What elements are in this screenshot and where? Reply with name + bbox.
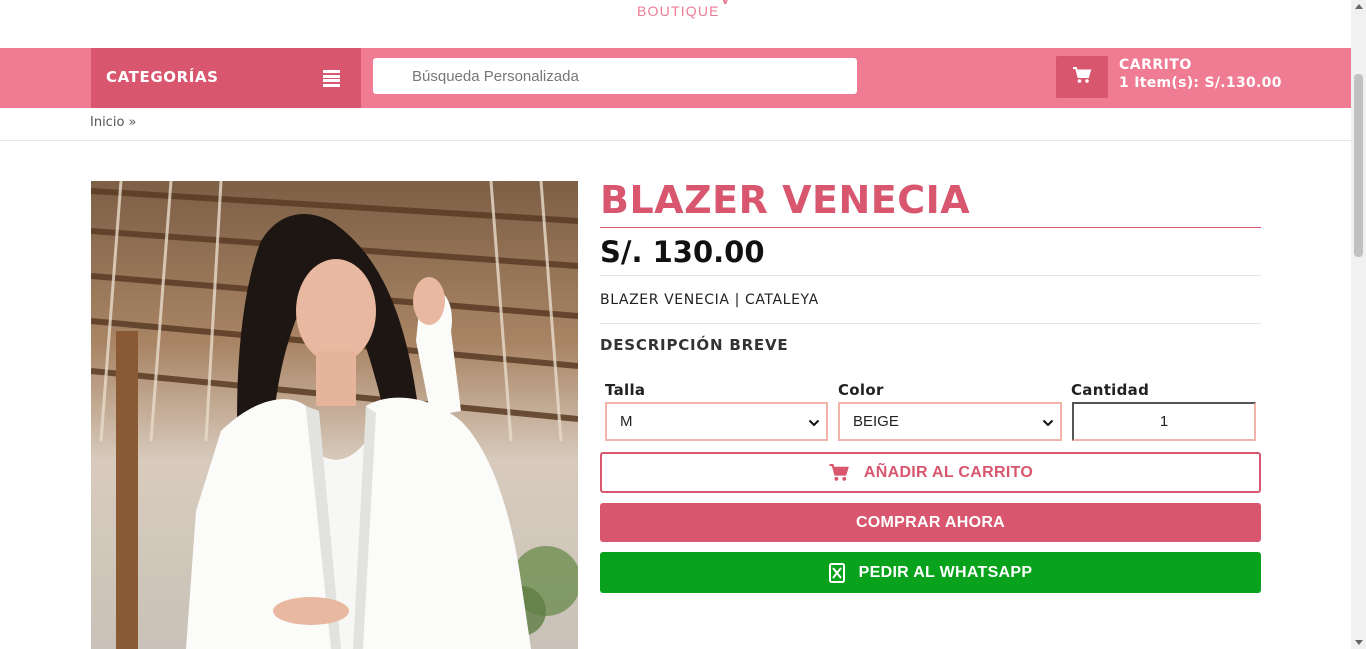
- product-title: BLAZER VENECIA: [600, 178, 971, 222]
- price-divider: [600, 275, 1261, 276]
- breadcrumb-home-link[interactable]: Inicio: [90, 115, 124, 130]
- brand-logo[interactable]: y: [718, 0, 744, 4]
- buy-now-label: COMPRAR AHORA: [855, 513, 1006, 531]
- cart-button[interactable]: [1056, 56, 1108, 98]
- buy-now-button[interactable]: COMPRAR AHORA: [600, 503, 1261, 542]
- brand-subtitle: BOUTIQUE: [637, 3, 720, 19]
- whatsapp-icon: [828, 562, 845, 583]
- product-page: y BOUTIQUE CATEGORÍAS CARRITO 1 Item(s):…: [0, 0, 1351, 649]
- product-subtitle: BLAZER VENECIA | CATALEYA: [600, 292, 819, 308]
- size-select[interactable]: M: [605, 402, 828, 441]
- scroll-thumb[interactable]: [1354, 74, 1363, 257]
- categories-button[interactable]: CATEGORÍAS: [91, 48, 361, 108]
- description-heading: DESCRIPCIÓN BREVE: [600, 336, 789, 354]
- add-to-cart-button[interactable]: AÑADIR AL CARRITO: [600, 452, 1261, 493]
- breadcrumb: Inicio »: [90, 115, 137, 130]
- shopping-cart-icon: [1072, 66, 1092, 88]
- cart-title: CARRITO: [1119, 57, 1192, 73]
- color-select[interactable]: BEIGE: [838, 402, 1062, 441]
- categories-label: CATEGORÍAS: [106, 68, 219, 86]
- whatsapp-label: PEDIR AL WHATSAPP: [858, 563, 1033, 581]
- page-scrollbar[interactable]: [1351, 0, 1366, 649]
- subtitle-divider: [600, 323, 1261, 324]
- product-image[interactable]: [91, 181, 578, 649]
- breadcrumb-divider: [0, 140, 1351, 141]
- add-to-cart-label: AÑADIR AL CARRITO: [863, 463, 1034, 481]
- whatsapp-order-button[interactable]: PEDIR AL WHATSAPP: [600, 552, 1261, 593]
- header-bar: CATEGORÍAS CARRITO 1 Item(s): S/.130.00: [0, 48, 1351, 108]
- size-label: Talla: [605, 381, 646, 399]
- chevron-down-icon: [1042, 415, 1054, 432]
- quantity-input[interactable]: [1072, 402, 1256, 441]
- cart-item-count: 1 Item(s): S/.130.00: [1119, 75, 1282, 91]
- color-select-value: BEIGE: [853, 413, 899, 430]
- search-input[interactable]: [373, 58, 857, 94]
- size-select-value: M: [620, 413, 633, 430]
- chevron-down-icon: [808, 415, 820, 432]
- breadcrumb-separator: »: [128, 115, 137, 130]
- scroll-up-arrow-icon[interactable]: [1355, 4, 1363, 9]
- color-label: Color: [838, 381, 884, 399]
- quantity-label: Cantidad: [1071, 381, 1150, 399]
- scroll-down-arrow-icon[interactable]: [1355, 640, 1363, 645]
- product-price: S/. 130.00: [600, 235, 765, 269]
- cart-summary[interactable]: CARRITO 1 Item(s): S/.130.00: [1119, 57, 1282, 92]
- shopping-cart-icon: [828, 463, 850, 482]
- hamburger-menu-icon: [323, 70, 340, 87]
- title-divider: [600, 227, 1261, 228]
